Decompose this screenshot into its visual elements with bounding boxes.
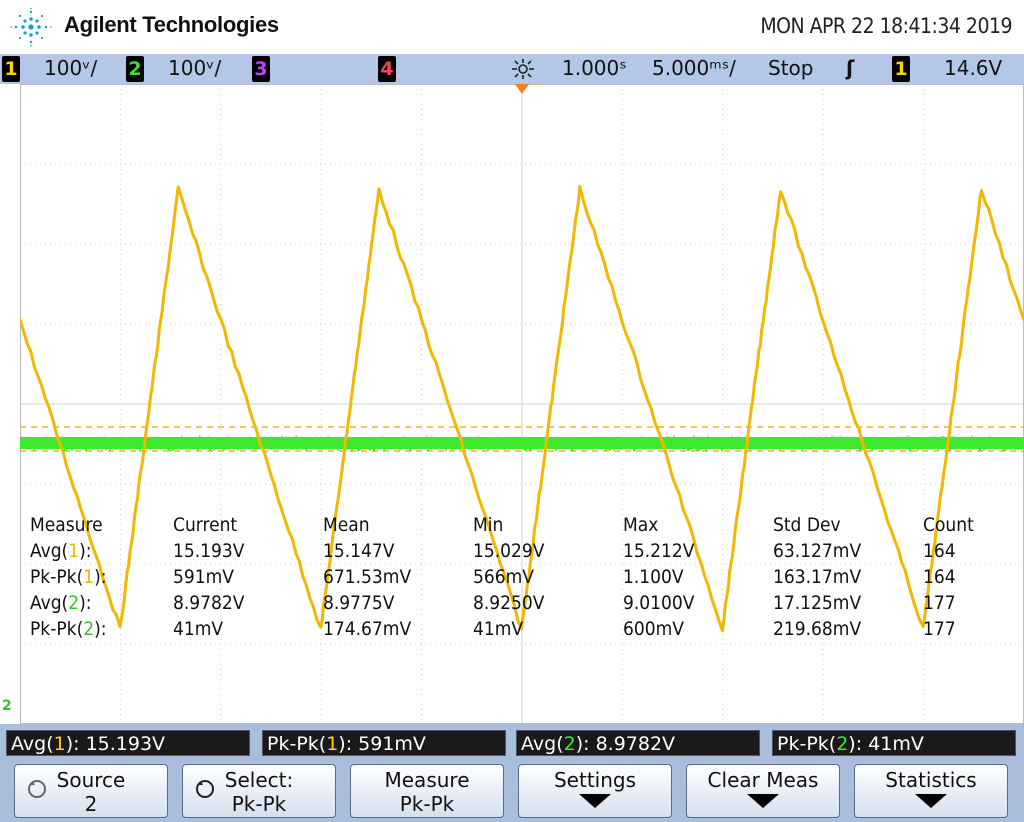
col-std-dev: Std Dev xyxy=(773,514,841,536)
statistics-softkey[interactable]: Statistics xyxy=(854,764,1008,818)
submenu-arrow-icon xyxy=(747,794,779,808)
measurement-readout: Avg(1): 15.193V xyxy=(6,730,250,756)
col-min: Min xyxy=(473,514,504,536)
channel-1-scale: 100ᵛ/ xyxy=(44,56,98,80)
measurement-current: 15.193V xyxy=(173,540,245,562)
waveform-display: Measure Current Mean Min Max Std Dev Cou… xyxy=(2,84,1024,724)
measurement-row: Pk-Pk(1): 591mV 671.53mV 566mV 1.100V 163.17m… xyxy=(30,566,1024,592)
clear-meas-softkey[interactable]: Clear Meas xyxy=(686,764,840,818)
submenu-arrow-icon xyxy=(579,794,611,808)
measurement-header-row: Measure Current Mean Min Max Std Dev Cou… xyxy=(30,514,1024,540)
channel-2-ground-marker: 2 xyxy=(2,698,12,714)
measurement-count: 164 xyxy=(923,540,956,562)
measurement-readout: Pk-Pk(1): 591mV xyxy=(262,730,506,756)
measurement-std: 17.125mV xyxy=(773,592,862,614)
measurement-current: 41mV xyxy=(173,618,224,640)
measurement-std: 63.127mV xyxy=(773,540,862,562)
softkey-ribbon: Avg(1): 15.193V Pk-Pk(1): 591mV Avg(2): 8.… xyxy=(0,724,1024,822)
brand-name: Agilent Technologies xyxy=(64,12,279,37)
measurement-std: 163.17mV xyxy=(773,566,862,588)
channel-1-indicator[interactable]: 1 xyxy=(2,56,20,82)
measurement-mean: 174.67mV xyxy=(323,618,412,640)
col-max: Max xyxy=(623,514,659,536)
measurement-label: Avg(1): xyxy=(30,540,92,562)
run-state[interactable]: Stop xyxy=(768,56,813,80)
measurement-count: 177 xyxy=(923,592,956,614)
trigger-slope-icon: ʃ xyxy=(846,56,855,80)
measurement-min: 15.029V xyxy=(473,540,545,562)
measurement-row: Avg(1): 15.193V 15.147V 15.029V 15.212V 63.12… xyxy=(30,540,1024,566)
col-count: Count xyxy=(923,514,974,536)
channel-2-indicator[interactable]: 2 xyxy=(126,56,144,82)
measurement-current: 8.9782V xyxy=(173,592,245,614)
measurement-mean: 15.147V xyxy=(323,540,395,562)
time-scale: 5.000ᵐˢ/ xyxy=(652,56,736,80)
measurement-min: 8.9250V xyxy=(473,592,545,614)
measurement-std: 219.68mV xyxy=(773,618,862,640)
measurement-max: 1.100V xyxy=(623,566,684,588)
trigger-source: 1 xyxy=(892,56,910,82)
select-softkey[interactable]: Select: Pk-Pk xyxy=(182,764,336,818)
measurement-current: 591mV xyxy=(173,566,234,588)
trigger-position-marker xyxy=(515,84,529,94)
measurement-min: 41mV xyxy=(473,618,524,640)
col-measure: Measure xyxy=(30,514,103,536)
measurement-row: Avg(2): 8.9782V 8.9775V 8.9250V 9.0100V 17.12… xyxy=(30,592,1024,618)
measurement-row: Pk-Pk(2): 41mV 174.67mV 41mV 600mV 219.68mV 17… xyxy=(30,618,1024,644)
horizontal-delay-icon xyxy=(512,59,534,79)
rotate-knob-icon xyxy=(28,780,46,798)
measurement-label: Avg(2): xyxy=(30,592,92,614)
agilent-spark-logo xyxy=(10,7,52,47)
measure-softkey[interactable]: Measure Pk-Pk xyxy=(350,764,504,818)
status-bar: 1 100ᵛ/ 2 100ᵛ/ 3 4 1.000ˢ 5.000ᵐˢ/ Stop… xyxy=(0,54,1024,84)
measurement-min: 566mV xyxy=(473,566,534,588)
measurement-max: 9.0100V xyxy=(623,592,695,614)
settings-softkey[interactable]: Settings xyxy=(518,764,672,818)
measurement-table: Measure Current Mean Min Max Std Dev Cou… xyxy=(30,514,1024,644)
measurement-label: Pk-Pk(2): xyxy=(30,618,107,640)
rotate-knob-icon xyxy=(196,780,214,798)
measurement-count: 164 xyxy=(923,566,956,588)
measurement-mean: 671.53mV xyxy=(323,566,412,588)
header: Agilent Technologies MON APR 22 18:41:34… xyxy=(0,0,1024,54)
measurement-mean: 8.9775V xyxy=(323,592,395,614)
source-softkey[interactable]: Source 2 xyxy=(14,764,168,818)
measurement-count: 177 xyxy=(923,618,956,640)
measurement-max: 15.212V xyxy=(623,540,695,562)
measurement-label: Pk-Pk(1): xyxy=(30,566,107,588)
channel-4-indicator[interactable]: 4 xyxy=(378,56,396,82)
measurement-readout: Pk-Pk(2): 41mV xyxy=(772,730,1016,756)
date-time: MON APR 22 18:41:34 2019 xyxy=(760,14,1012,38)
submenu-arrow-icon xyxy=(915,794,947,808)
measurement-readout: Avg(2): 8.9782V xyxy=(516,730,760,756)
channel-3-indicator[interactable]: 3 xyxy=(252,56,270,82)
time-delay: 1.000ˢ xyxy=(562,56,627,80)
col-current: Current xyxy=(173,514,238,536)
channel-2-scale: 100ᵛ/ xyxy=(168,56,222,80)
measurement-max: 600mV xyxy=(623,618,684,640)
trigger-level: 14.6V xyxy=(944,56,1003,80)
col-mean: Mean xyxy=(323,514,370,536)
